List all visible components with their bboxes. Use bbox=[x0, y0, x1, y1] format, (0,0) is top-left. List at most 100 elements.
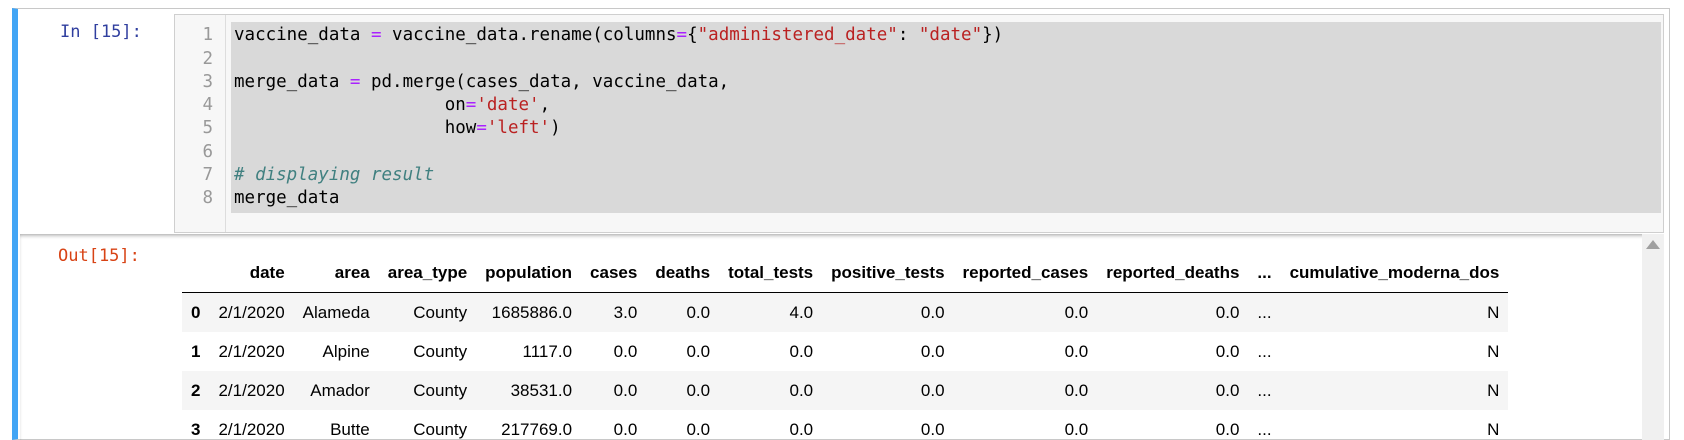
column-header: total_tests bbox=[719, 254, 823, 293]
row-index: 3 bbox=[191, 419, 201, 439]
code-token: = bbox=[476, 118, 487, 138]
vertical-scrollbar[interactable] bbox=[1642, 234, 1664, 440]
table-cell: N bbox=[1487, 302, 1500, 322]
code-token: = bbox=[349, 72, 361, 92]
column-header: date bbox=[209, 254, 294, 293]
table-cell: 0.0 bbox=[1064, 341, 1089, 361]
table-cell: 0.0 bbox=[1064, 380, 1089, 400]
code-token: "administered_date" bbox=[697, 25, 898, 45]
column-header: reported_deaths bbox=[1097, 254, 1249, 293]
table-cell: 2/1/2020 bbox=[218, 341, 285, 361]
table-cell: N bbox=[1487, 419, 1500, 439]
table-cell: 0.0 bbox=[613, 341, 638, 361]
column-header: area bbox=[293, 254, 379, 293]
code-line: 3 merge_data = pd.merge(cases_data, vacci… bbox=[175, 70, 1655, 95]
row-index: 2 bbox=[191, 380, 201, 400]
line-number: 7 bbox=[202, 165, 213, 185]
table-cell: Butte bbox=[330, 419, 370, 439]
column-header: cases bbox=[581, 254, 647, 293]
table-cell: 2/1/2020 bbox=[218, 302, 285, 322]
code-token: , bbox=[539, 95, 551, 115]
column-header: cumulative_moderna_dos bbox=[1280, 254, 1509, 293]
code-token: }) bbox=[982, 25, 1004, 45]
table-cell: County bbox=[413, 380, 468, 400]
code-line: 5 how='left') bbox=[175, 116, 1655, 141]
table-cell: 38531.0 bbox=[510, 380, 573, 400]
table-cell: 0.0 bbox=[686, 380, 711, 400]
column-header: deaths bbox=[646, 254, 720, 293]
table-body: 0 2/1/2020 Alameda County 1685886.0 3.0 0.0 4.0… bbox=[182, 292, 1509, 440]
table-cell: County bbox=[413, 341, 468, 361]
column-header: ... bbox=[1248, 254, 1281, 293]
table-cell: Alameda bbox=[302, 302, 370, 322]
table-cell: 0.0 bbox=[1215, 419, 1240, 439]
column-header: area_type bbox=[378, 254, 477, 293]
table-cell: 0.0 bbox=[920, 380, 945, 400]
table-cell: 0.0 bbox=[686, 419, 711, 439]
table-row: 2 2/1/2020 Amador County 38531.0 0.0 0.0 0.0 0.0… bbox=[182, 371, 1509, 410]
table-cell: 0.0 bbox=[920, 302, 945, 322]
code-line: 4 on='date', bbox=[175, 93, 1655, 118]
code-line: 2 bbox=[175, 47, 1655, 72]
table-cell: 217769.0 bbox=[501, 419, 573, 439]
column-header bbox=[182, 254, 210, 293]
table-cell: Amador bbox=[310, 380, 370, 400]
table-cell: 0.0 bbox=[920, 419, 945, 439]
code-text: merge_data = pd.merge(cases_data, vaccin… bbox=[234, 70, 729, 95]
table-cell: 0.0 bbox=[1215, 380, 1240, 400]
line-number: 6 bbox=[202, 142, 213, 162]
table-cell: 0.0 bbox=[613, 380, 638, 400]
table-cell: 2/1/2020 bbox=[218, 419, 285, 439]
table-cell: 4.0 bbox=[789, 302, 814, 322]
table-cell: N bbox=[1487, 341, 1500, 361]
table-cell: 0.0 bbox=[789, 380, 814, 400]
table-cell: 1117.0 bbox=[522, 341, 573, 361]
table-cell: 0.0 bbox=[789, 419, 814, 439]
line-number: 2 bbox=[202, 49, 213, 69]
column-header: reported_cases bbox=[953, 254, 1098, 293]
table-cell: 1685886.0 bbox=[491, 302, 573, 322]
line-number: 1 bbox=[202, 25, 213, 45]
table-cell: 0.0 bbox=[1064, 419, 1089, 439]
code-token: 'date' bbox=[476, 95, 540, 115]
table-cell: ... bbox=[1257, 341, 1272, 361]
code-token: { bbox=[687, 25, 698, 45]
table-cell: 0.0 bbox=[920, 341, 945, 361]
table-cell: 0.0 bbox=[1064, 302, 1089, 322]
code-token: = bbox=[370, 25, 382, 45]
code-text: vaccine_data = vaccine_data.rename(colum… bbox=[234, 23, 1003, 48]
code-token: on bbox=[234, 95, 466, 115]
code-line: 8 merge_data bbox=[175, 186, 1655, 211]
output-area[interactable]: date area area_type population cases deaths to… bbox=[20, 234, 1664, 440]
table-cell: County bbox=[413, 419, 468, 439]
table-cell: ... bbox=[1257, 380, 1272, 400]
code-token: pd.merge(cases_data, vaccine_data, bbox=[360, 72, 730, 92]
column-header: population bbox=[476, 254, 582, 293]
code-token: vaccine_data bbox=[234, 25, 371, 45]
table-cell: 3.0 bbox=[613, 302, 638, 322]
line-number: 4 bbox=[202, 95, 213, 115]
table-row: 1 2/1/2020 Alpine County 1117.0 0.0 0.0 0.0 0.0 0… bbox=[182, 332, 1508, 371]
table-row: 0 2/1/2020 Alameda County 1685886.0 3.0 0.0 4.0… bbox=[182, 292, 1509, 332]
code-editor[interactable]: 1 vaccine_data = vaccine_data.rename(colu… bbox=[174, 14, 1664, 233]
line-number: 5 bbox=[202, 118, 213, 138]
code-token: how bbox=[234, 118, 477, 138]
scroll-up-arrow-icon[interactable] bbox=[1646, 240, 1660, 249]
table-row: 3 2/1/2020 Butte County 217769.0 0.0 0.0 0.0 0.0… bbox=[182, 410, 1508, 440]
code-token: merge_data bbox=[234, 188, 340, 208]
table-cell: 2/1/2020 bbox=[218, 380, 285, 400]
code-text: merge_data bbox=[234, 186, 339, 211]
table-cell: 0.0 bbox=[613, 419, 638, 439]
column-header: positive_tests bbox=[822, 254, 954, 293]
code-line: 7 # displaying result bbox=[175, 163, 1655, 188]
table-cell: 0.0 bbox=[686, 341, 711, 361]
row-index: 1 bbox=[191, 341, 201, 361]
table-header-row: date area area_type population cases deaths to… bbox=[182, 254, 1509, 293]
code-line: 1 vaccine_data = vaccine_data.rename(colu… bbox=[175, 23, 1655, 48]
table-cell: 0.0 bbox=[789, 341, 814, 361]
line-number: 8 bbox=[202, 188, 213, 208]
table-cell: County bbox=[413, 302, 468, 322]
code-token: merge_data bbox=[234, 72, 350, 92]
code-token: 'left' bbox=[486, 118, 551, 138]
table-cell: Alpine bbox=[322, 341, 370, 361]
